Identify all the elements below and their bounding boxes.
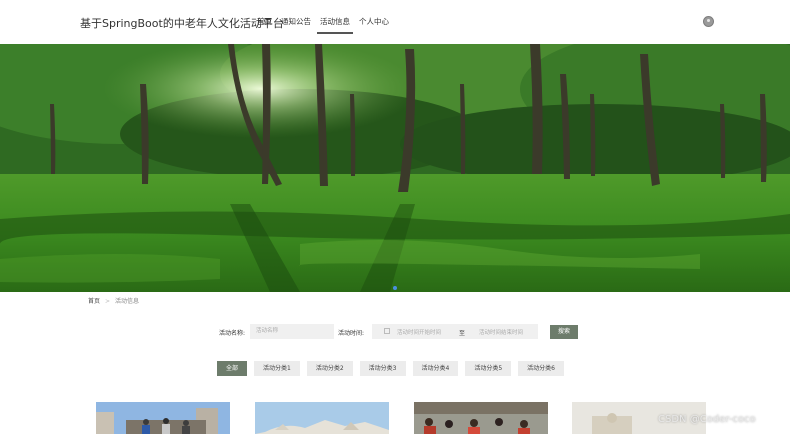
category-3[interactable]: 活动分类3: [359, 361, 406, 376]
forest-photo: [0, 44, 790, 292]
user-avatar-icon[interactable]: [703, 16, 714, 27]
activity-photo: [96, 402, 230, 434]
end-date-input[interactable]: 活动时间结束时间: [479, 328, 523, 336]
search-form: 活动名称: 活动名称 活动时间: 活动时间开始时间 至 活动时间结束时间 搜索: [219, 324, 589, 340]
csdn-watermark: CSDN @Coder-coco: [658, 414, 756, 425]
activity-card[interactable]: [414, 402, 548, 434]
activity-name-label: 活动名称:: [219, 330, 246, 337]
calendar-icon: [384, 328, 390, 334]
banner-carousel[interactable]: [0, 44, 790, 292]
nav-item-home[interactable]: 首页: [254, 0, 275, 34]
date-range-separator: 至: [459, 330, 466, 337]
start-date-input[interactable]: 活动时间开始时间: [397, 328, 441, 336]
breadcrumb-current: 活动信息: [115, 298, 140, 305]
breadcrumb-separator: >: [105, 298, 111, 305]
activity-card[interactable]: [96, 402, 230, 434]
activity-card[interactable]: [255, 402, 389, 434]
category-all[interactable]: 全部: [217, 361, 248, 376]
main-nav: 首页 通知公告 活动信息 个人中心: [254, 0, 395, 44]
nav-item-activities[interactable]: 活动信息: [317, 0, 353, 34]
activity-photo: [414, 402, 548, 434]
breadcrumb: 首页 > 活动信息: [88, 296, 139, 305]
nav-item-profile[interactable]: 个人中心: [356, 0, 392, 34]
category-1[interactable]: 活动分类1: [254, 361, 300, 376]
carousel-indicator[interactable]: [393, 286, 397, 290]
category-5[interactable]: 活动分类5: [465, 361, 512, 376]
activity-name-input[interactable]: 活动名称: [250, 324, 334, 339]
category-4[interactable]: 活动分类4: [412, 361, 459, 376]
date-range-picker[interactable]: 活动时间开始时间 至 活动时间结束时间: [372, 324, 538, 339]
activity-time-label: 活动时间:: [338, 330, 365, 337]
breadcrumb-home[interactable]: 首页: [88, 298, 100, 305]
activity-photo: [255, 402, 389, 434]
search-button[interactable]: 搜索: [550, 325, 578, 339]
category-2[interactable]: 活动分类2: [306, 361, 353, 376]
nav-item-notices[interactable]: 通知公告: [278, 0, 314, 34]
top-header: 基于SpringBoot的中老年人文化活动平台 首页 通知公告 活动信息 个人中…: [0, 0, 790, 44]
category-filter: 全部 活动分类1 活动分类2 活动分类3 活动分类4 活动分类5 活动分类6: [217, 361, 571, 377]
category-6[interactable]: 活动分类6: [518, 361, 564, 376]
